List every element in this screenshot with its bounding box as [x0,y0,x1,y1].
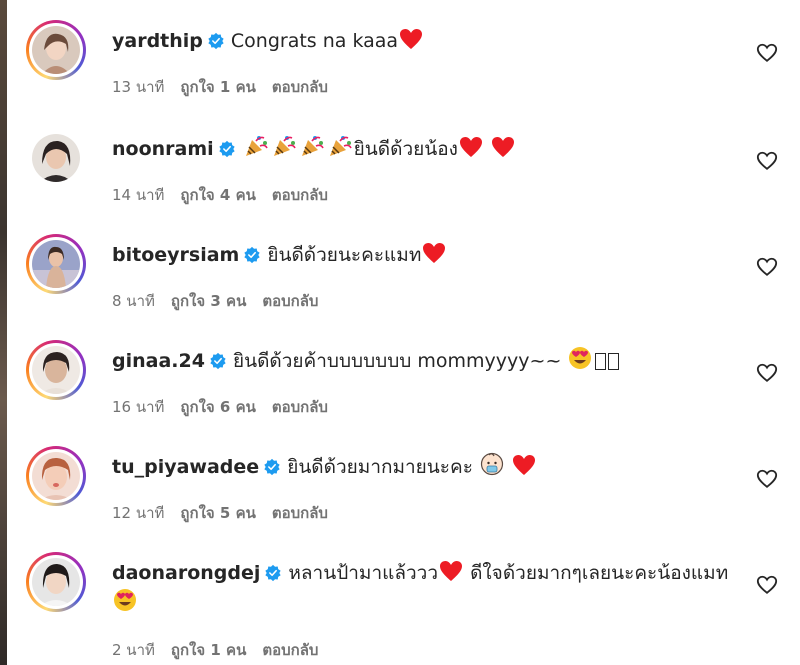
comment-text: ยินดีด้วยค้าบบบบบบบ mommyyyy~~ [232,350,568,372]
story-ring[interactable] [26,234,86,294]
party-popper-emoji [329,136,352,156]
comment-text: Congrats na kaaa [230,30,399,52]
party-popper-emoji [245,136,268,156]
red-heart-emoji [440,561,463,581]
comment-item: noonrami ยินดีด้วยน้อง 14 นาที ถูกใจ 4 คน ต… [26,128,800,228]
likes-count[interactable]: ถูกใจ 4 คน [180,186,255,204]
reply-button[interactable]: ตอบกลับ [272,186,328,204]
missing-glyph-box [595,353,607,370]
comment-text: ยินดีด้วยมากมายนะคะ [287,456,479,478]
username[interactable]: tu_piyawadee [112,456,259,478]
avatar[interactable] [32,558,80,606]
avatar[interactable] [32,452,80,500]
background-photo-edge [0,0,7,665]
red-heart-emoji [459,137,482,157]
comment-item: tu_piyawadee ยินดีด้วยมากมายนะคะ 12 นาที ถ… [26,446,800,546]
comment-text: ยินดีด้วยน้อง [353,138,458,160]
reply-button[interactable]: ตอบกลับ [272,504,328,522]
reply-button[interactable]: ตอบกลับ [262,641,318,659]
red-heart-emoji [492,137,514,157]
verified-badge-icon [244,246,260,264]
heart-outline-icon[interactable] [756,362,778,384]
comment-item: ginaa.24 ยินดีด้วยค้าบบบบบบบ mommyyyy~~ 1… [26,340,800,440]
red-heart-emoji [513,455,536,475]
reply-button[interactable]: ตอบกลับ [272,398,328,416]
avatar[interactable] [32,134,80,182]
red-heart-emoji [423,243,446,263]
username[interactable]: daonarongdej [112,562,260,584]
heart-eyes-face-emoji [114,589,136,611]
heart-eyes-face-emoji [569,347,592,369]
story-ring[interactable] [26,446,86,506]
comment-time[interactable]: 12 นาที [112,504,164,522]
username[interactable]: yardthip [112,30,203,52]
reply-button[interactable]: ตอบกลับ [262,292,318,310]
username[interactable]: bitoeyrsiam [112,244,239,266]
story-ring[interactable] [26,20,86,80]
verified-badge-icon [208,32,224,50]
reply-button[interactable]: ตอบกลับ [272,78,328,96]
red-heart-emoji [400,29,423,49]
heart-outline-icon[interactable] [756,256,778,278]
comment-item: daonarongdej หลานป้ามาแล้ววว ดีใจด้วยมากๆ… [26,552,800,665]
comment-item: yardthip Congrats na kaaa 13 นาที ถูกใจ 1 … [26,20,800,120]
story-ring[interactable] [26,340,86,400]
likes-count[interactable]: ถูกใจ 6 คน [180,398,255,416]
verified-badge-icon [265,564,282,582]
comment-item: bitoeyrsiam ยินดีด้วยนะคะแมท 8 นาที ถูกใจ … [26,234,800,334]
comment-text: ยินดีด้วยนะคะแมท [267,244,422,266]
likes-count[interactable]: ถูกใจ 5 คน [180,504,255,522]
avatar-frame[interactable] [26,128,86,188]
story-ring[interactable] [26,552,86,612]
avatar[interactable] [32,26,80,74]
verified-badge-icon [219,140,235,158]
username[interactable]: noonrami [112,138,214,160]
comment-text-continued: ดีใจด้วยมากๆเลยนะคะน้องแมท [464,562,729,584]
verified-badge-icon [210,352,226,370]
comment-text: หลานป้ามาแล้ววว [288,562,439,584]
avatar[interactable] [32,346,80,394]
comment-time[interactable]: 16 นาที [112,398,164,416]
comment-time[interactable]: 13 นาที [112,78,164,96]
heart-outline-icon[interactable] [756,468,778,490]
comment-time[interactable]: 8 นาที [112,292,155,310]
likes-count[interactable]: ถูกใจ 1 คน [180,78,255,96]
avatar[interactable] [32,240,80,288]
likes-count[interactable]: ถูกใจ 3 คน [171,292,246,310]
heart-outline-icon[interactable] [756,574,778,596]
heart-outline-icon[interactable] [756,42,778,64]
comment-time[interactable]: 2 นาที [112,641,155,659]
party-popper-emoji [301,136,324,156]
missing-glyph-box [608,353,620,370]
verified-badge-icon [264,458,280,476]
baby-face-emoji [480,452,504,476]
heart-outline-icon[interactable] [756,150,778,172]
party-popper-emoji [273,136,296,156]
comment-time[interactable]: 14 นาที [112,186,164,204]
likes-count[interactable]: ถูกใจ 1 คน [171,641,246,659]
username[interactable]: ginaa.24 [112,350,205,372]
